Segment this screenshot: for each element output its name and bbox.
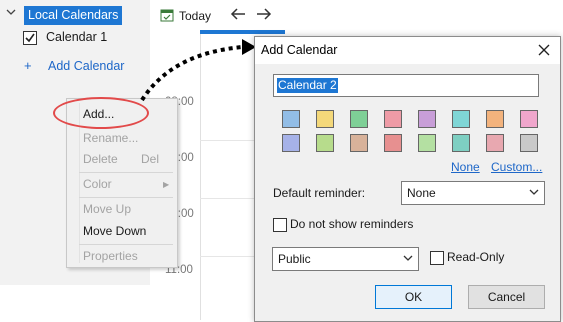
menu-item-properties[interactable]: Properties <box>83 249 138 263</box>
color-swatch[interactable] <box>452 110 470 128</box>
menu-item-color[interactable]: Color <box>83 177 112 191</box>
read-only-label[interactable]: Read-Only <box>447 250 504 264</box>
dotted-arrow-icon <box>140 39 256 102</box>
add-calendar-dialog: Add Calendar Calendar 2 None Custom... D… <box>254 36 561 322</box>
color-swatch[interactable] <box>520 110 538 128</box>
color-swatch[interactable] <box>418 134 436 152</box>
arrow-right-icon[interactable] <box>256 6 272 22</box>
arrow-left-icon[interactable] <box>230 6 246 22</box>
calendar-name-input[interactable]: Calendar 2 <box>273 74 539 97</box>
menu-item-delete[interactable]: Delete <box>83 152 118 166</box>
color-swatch[interactable] <box>486 110 504 128</box>
no-reminders-checkbox[interactable] <box>273 218 287 232</box>
color-swatch[interactable] <box>384 110 402 128</box>
menu-separator <box>79 197 173 198</box>
visibility-select[interactable]: Public <box>272 247 419 271</box>
no-reminders-label[interactable]: Do not show reminders <box>290 217 413 231</box>
calendar-toolbar <box>150 0 563 32</box>
delete-shortcut: Del <box>141 152 160 166</box>
default-reminder-select[interactable]: None <box>401 181 545 205</box>
color-swatch[interactable] <box>452 134 470 152</box>
menu-item-rename[interactable]: Rename... <box>83 131 138 145</box>
calendar-1-checkbox[interactable] <box>23 31 37 45</box>
chevron-down-icon <box>529 189 539 195</box>
checkmark-icon <box>25 33 35 43</box>
color-swatch[interactable] <box>316 134 334 152</box>
color-swatch[interactable] <box>486 134 504 152</box>
calendar-1-label[interactable]: Calendar 1 <box>46 30 107 44</box>
color-swatch[interactable] <box>350 134 368 152</box>
color-swatch[interactable] <box>418 110 436 128</box>
color-swatch[interactable] <box>282 134 300 152</box>
color-swatch[interactable] <box>350 110 368 128</box>
color-swatch[interactable] <box>282 110 300 128</box>
local-calendars-group[interactable]: Local Calendars <box>24 6 123 25</box>
menu-separator <box>79 172 173 173</box>
custom-color-link[interactable]: Custom... <box>491 160 542 174</box>
chevron-down-icon[interactable] <box>6 7 16 17</box>
reminder-selected-value: None <box>407 186 436 200</box>
menu-separator <box>79 244 173 245</box>
none-color-link[interactable]: None <box>451 160 480 174</box>
cancel-button[interactable]: Cancel <box>468 285 545 309</box>
plus-icon[interactable]: + <box>24 58 32 73</box>
menu-item-move-up[interactable]: Move Up <box>83 202 131 216</box>
default-reminder-label: Default reminder: <box>273 186 366 200</box>
add-calendar-link[interactable]: Add Calendar <box>48 59 124 73</box>
menu-item-move-down[interactable]: Move Down <box>83 224 146 238</box>
chevron-down-icon <box>403 255 413 261</box>
color-swatch[interactable] <box>520 134 538 152</box>
today-calendar-icon[interactable] <box>160 8 174 22</box>
read-only-checkbox[interactable] <box>430 251 444 265</box>
submenu-arrow-icon: ▶ <box>163 180 170 189</box>
dialog-title: Add Calendar <box>261 43 338 57</box>
close-icon[interactable] <box>537 43 551 57</box>
ok-button[interactable]: OK <box>375 285 452 309</box>
color-swatch[interactable] <box>316 110 334 128</box>
visibility-selected-value: Public <box>278 252 311 266</box>
today-button[interactable]: Today <box>179 9 211 23</box>
color-swatch[interactable] <box>384 134 402 152</box>
calendar-name-value: Calendar 2 <box>277 78 338 93</box>
